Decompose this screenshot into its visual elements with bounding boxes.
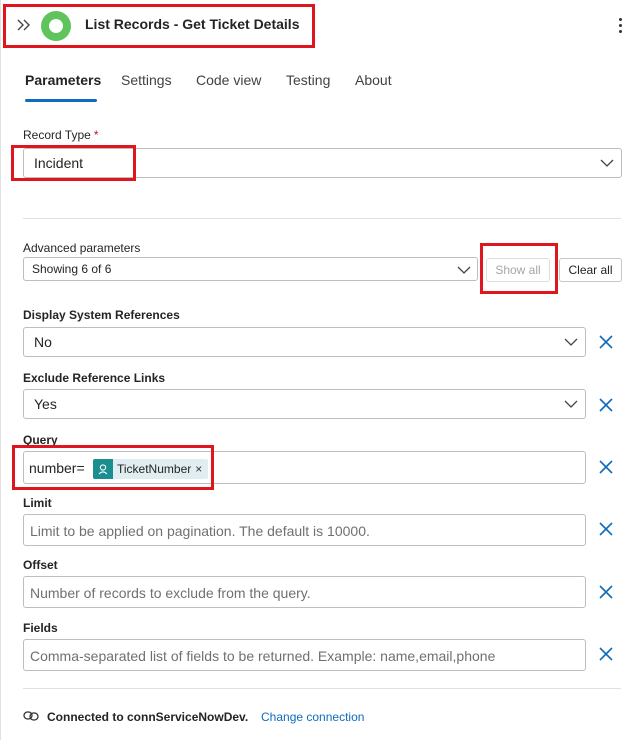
- remove-parameter-close-icon[interactable]: [598, 584, 614, 600]
- query-highlight-box: [12, 445, 214, 490]
- required-marker: *: [93, 128, 99, 142]
- tab-parameters[interactable]: Parameters: [25, 72, 101, 88]
- chevron-down-icon: [564, 338, 578, 346]
- chevron-down-icon: [457, 266, 471, 274]
- show-all-highlight-box: [480, 243, 558, 294]
- offset-label: Offset: [23, 558, 58, 572]
- action-details-panel: List Records - Get Ticket Details Parame…: [0, 0, 638, 740]
- remove-parameter-close-icon[interactable]: [598, 334, 614, 350]
- tab-code-view[interactable]: Code view: [196, 72, 261, 88]
- exclude-reference-links-dropdown[interactable]: Yes: [23, 389, 586, 419]
- fields-placeholder: Comma-separated list of fields to be ret…: [30, 648, 496, 664]
- clear-all-button[interactable]: Clear all: [559, 258, 622, 282]
- remove-parameter-close-icon[interactable]: [598, 459, 614, 475]
- advanced-parameters-value: Showing 6 of 6: [32, 262, 112, 276]
- tab-settings[interactable]: Settings: [121, 72, 172, 88]
- display-system-references-label: Display System References: [23, 308, 180, 322]
- display-system-references-dropdown[interactable]: No: [23, 327, 586, 357]
- record-type-label-text: Record Type: [23, 128, 91, 142]
- chevron-down-icon: [564, 400, 578, 408]
- advanced-parameters-label: Advanced parameters: [23, 241, 141, 255]
- limit-input[interactable]: Limit to be applied on pagination. The d…: [23, 514, 586, 546]
- display-system-references-value: No: [34, 334, 52, 350]
- connection-link-icon: [23, 711, 39, 721]
- active-tab-indicator: [25, 99, 97, 102]
- fields-input[interactable]: Comma-separated list of fields to be ret…: [23, 639, 586, 671]
- remove-parameter-close-icon[interactable]: [598, 397, 614, 413]
- offset-input[interactable]: Number of records to exclude from the qu…: [23, 576, 586, 608]
- connection-status-text: Connected to connServiceNowDev.: [47, 710, 249, 724]
- section-divider: [23, 688, 621, 689]
- remove-parameter-close-icon[interactable]: [598, 646, 614, 662]
- change-connection-link[interactable]: Change connection: [261, 710, 364, 724]
- tab-about[interactable]: About: [355, 72, 392, 88]
- limit-label: Limit: [23, 496, 52, 510]
- remove-parameter-close-icon[interactable]: [598, 521, 614, 537]
- more-vertical-icon[interactable]: [613, 14, 629, 36]
- tab-testing[interactable]: Testing: [286, 72, 330, 88]
- fields-label: Fields: [23, 621, 58, 635]
- record-type-highlight-box: [11, 145, 136, 181]
- exclude-reference-links-label: Exclude Reference Links: [23, 371, 166, 385]
- title-highlight-box: [3, 4, 315, 48]
- advanced-parameters-dropdown[interactable]: Showing 6 of 6: [23, 257, 478, 281]
- exclude-reference-links-value: Yes: [34, 396, 57, 412]
- chevron-down-icon: [600, 159, 614, 167]
- offset-placeholder: Number of records to exclude from the qu…: [30, 585, 311, 601]
- section-divider: [23, 218, 621, 219]
- limit-placeholder: Limit to be applied on pagination. The d…: [30, 523, 370, 539]
- record-type-label: Record Type *: [23, 128, 99, 142]
